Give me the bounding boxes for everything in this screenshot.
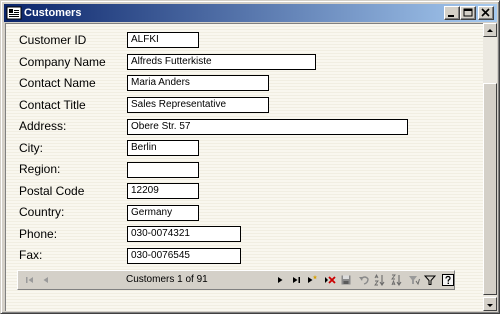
form-area: Customer ID ALFKI Company Name Alfreds F…: [5, 23, 483, 311]
scroll-up-button[interactable]: [483, 23, 497, 37]
filter-by-selection-icon[interactable]: [408, 274, 420, 286]
maximize-icon: [463, 8, 473, 17]
title-bar[interactable]: Customers: [4, 4, 497, 22]
app-icon: [6, 6, 22, 20]
contact-title-field[interactable]: Sales Representative: [127, 97, 269, 113]
next-record-icon[interactable]: [274, 274, 286, 286]
region-label: Region:: [19, 162, 61, 176]
record-navigator: Customers 1 of 91: [17, 270, 455, 290]
fax-field[interactable]: 030-0076545: [127, 248, 241, 264]
save-icon[interactable]: [340, 274, 352, 286]
close-icon: [481, 8, 490, 17]
scroll-down-button[interactable]: [483, 297, 497, 311]
first-record-icon[interactable]: [24, 274, 36, 286]
customer-id-field[interactable]: ALFKI: [127, 32, 199, 48]
last-record-icon[interactable]: [290, 274, 302, 286]
undo-icon[interactable]: [358, 274, 370, 286]
region-field[interactable]: [127, 162, 199, 178]
city-label: City:: [19, 141, 43, 155]
country-field[interactable]: Germany: [127, 205, 199, 221]
vertical-scrollbar[interactable]: [483, 23, 497, 311]
country-label: Country:: [19, 205, 65, 219]
scroll-thumb[interactable]: [483, 83, 497, 295]
scroll-up-icon: [487, 29, 493, 32]
city-field[interactable]: Berlin: [127, 140, 199, 156]
minimize-icon: [448, 15, 454, 17]
contact-title-label: Contact Title: [19, 98, 86, 112]
delete-icon[interactable]: [324, 274, 336, 286]
postal-code-label: Postal Code: [19, 184, 85, 198]
close-button[interactable]: [478, 6, 494, 20]
customers-window: Customers Customer ID ALFKI Company Name…: [0, 0, 500, 314]
contact-name-field[interactable]: Maria Anders: [127, 75, 269, 91]
maximize-button[interactable]: [460, 6, 476, 20]
address-label: Address:: [19, 119, 67, 133]
minimize-button[interactable]: [444, 6, 460, 20]
customer-id-label: Customer ID: [19, 33, 87, 47]
company-name-field[interactable]: Alfreds Futterkiste: [127, 54, 316, 70]
address-field[interactable]: Obere Str. 57: [127, 119, 408, 135]
help-icon[interactable]: [442, 274, 454, 286]
filter-icon[interactable]: [424, 274, 436, 286]
previous-record-icon[interactable]: [40, 274, 52, 286]
sort-descending-icon[interactable]: [391, 274, 403, 286]
sort-ascending-icon[interactable]: [374, 274, 386, 286]
window-title: Customers: [24, 7, 82, 19]
company-name-label: Company Name: [19, 55, 106, 69]
add-new-icon[interactable]: [306, 274, 318, 286]
fax-label: Fax:: [19, 248, 43, 262]
scroll-down-icon: [487, 304, 493, 307]
phone-field[interactable]: 030-0074321: [127, 226, 241, 242]
phone-label: Phone:: [19, 227, 58, 241]
postal-code-field[interactable]: 12209: [127, 183, 199, 199]
contact-name-label: Contact Name: [19, 76, 96, 90]
record-position-text: Customers 1 of 91: [126, 274, 208, 285]
